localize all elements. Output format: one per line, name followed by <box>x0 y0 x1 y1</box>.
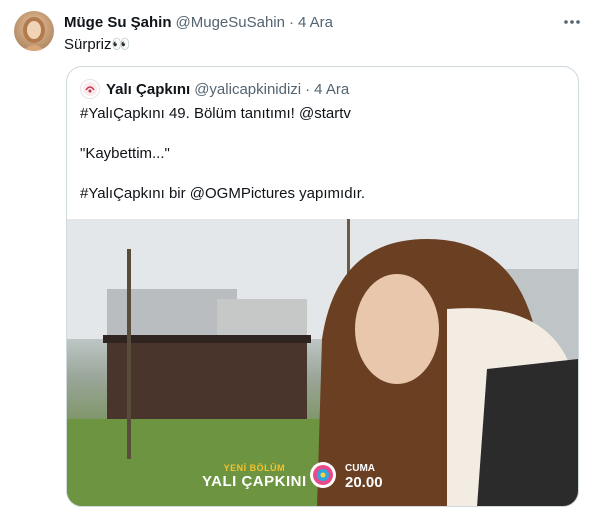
air-day: CUMA <box>345 463 375 474</box>
quoted-author-name[interactable]: Yalı Çapkını <box>106 81 190 98</box>
quoted-tweet[interactable]: Yalı Çapkını @yalicapkinidizi · 4 Ara #Y… <box>66 66 579 507</box>
author-handle[interactable]: @MugeSuSahin <box>176 14 285 31</box>
separator-dot: · <box>288 13 294 31</box>
more-icon[interactable] <box>560 12 584 32</box>
tweet-header: Müge Su Şahin @MugeSuSahin · 4 Ara <box>64 12 333 32</box>
author-name[interactable]: Müge Su Şahin <box>64 14 172 31</box>
quoted-text-line-2: "Kaybettim..." <box>80 145 170 162</box>
quoted-media-image[interactable]: YENİ BÖLÜM YALI ÇAPKINI CUMA 20.00 <box>67 219 578 506</box>
tweet-text: Sürpriz👀 <box>64 36 131 53</box>
tweet[interactable]: Müge Su Şahin @MugeSuSahin · 4 Ara Sürpr… <box>0 0 593 514</box>
quoted-tweet-header: Yalı Çapkını @yalicapkinidizi · 4 Ara <box>80 79 349 99</box>
air-hour: 20.00 <box>345 474 383 491</box>
avatar[interactable] <box>14 11 54 51</box>
avatar-portrait <box>23 17 45 51</box>
quoted-avatar[interactable] <box>80 79 100 99</box>
quoted-text-line-3: #YalıÇapkını bir @OGMPictures yapımıdır. <box>80 185 366 202</box>
air-time: CUMA 20.00 <box>345 463 383 491</box>
quoted-tweet-time[interactable]: 4 Ara <box>314 81 349 98</box>
tweet-time[interactable]: 4 Ara <box>298 14 333 31</box>
show-badge-title: YALI ÇAPKINI <box>202 473 307 490</box>
separator-dot: · <box>305 80 311 98</box>
quoted-author-handle[interactable]: @yalicapkinidizi <box>194 81 301 98</box>
show-badge-subtitle: YENİ BÖLÜM <box>223 463 286 473</box>
show-badge: YENİ BÖLÜM YALI ÇAPKINI <box>202 463 307 490</box>
yali-capkini-logo-icon <box>83 82 97 96</box>
star-tv-logo-icon <box>310 462 336 488</box>
quoted-text-line-1: #YalıÇapkını 49. Bölüm tanıtımı! @startv <box>80 105 351 122</box>
